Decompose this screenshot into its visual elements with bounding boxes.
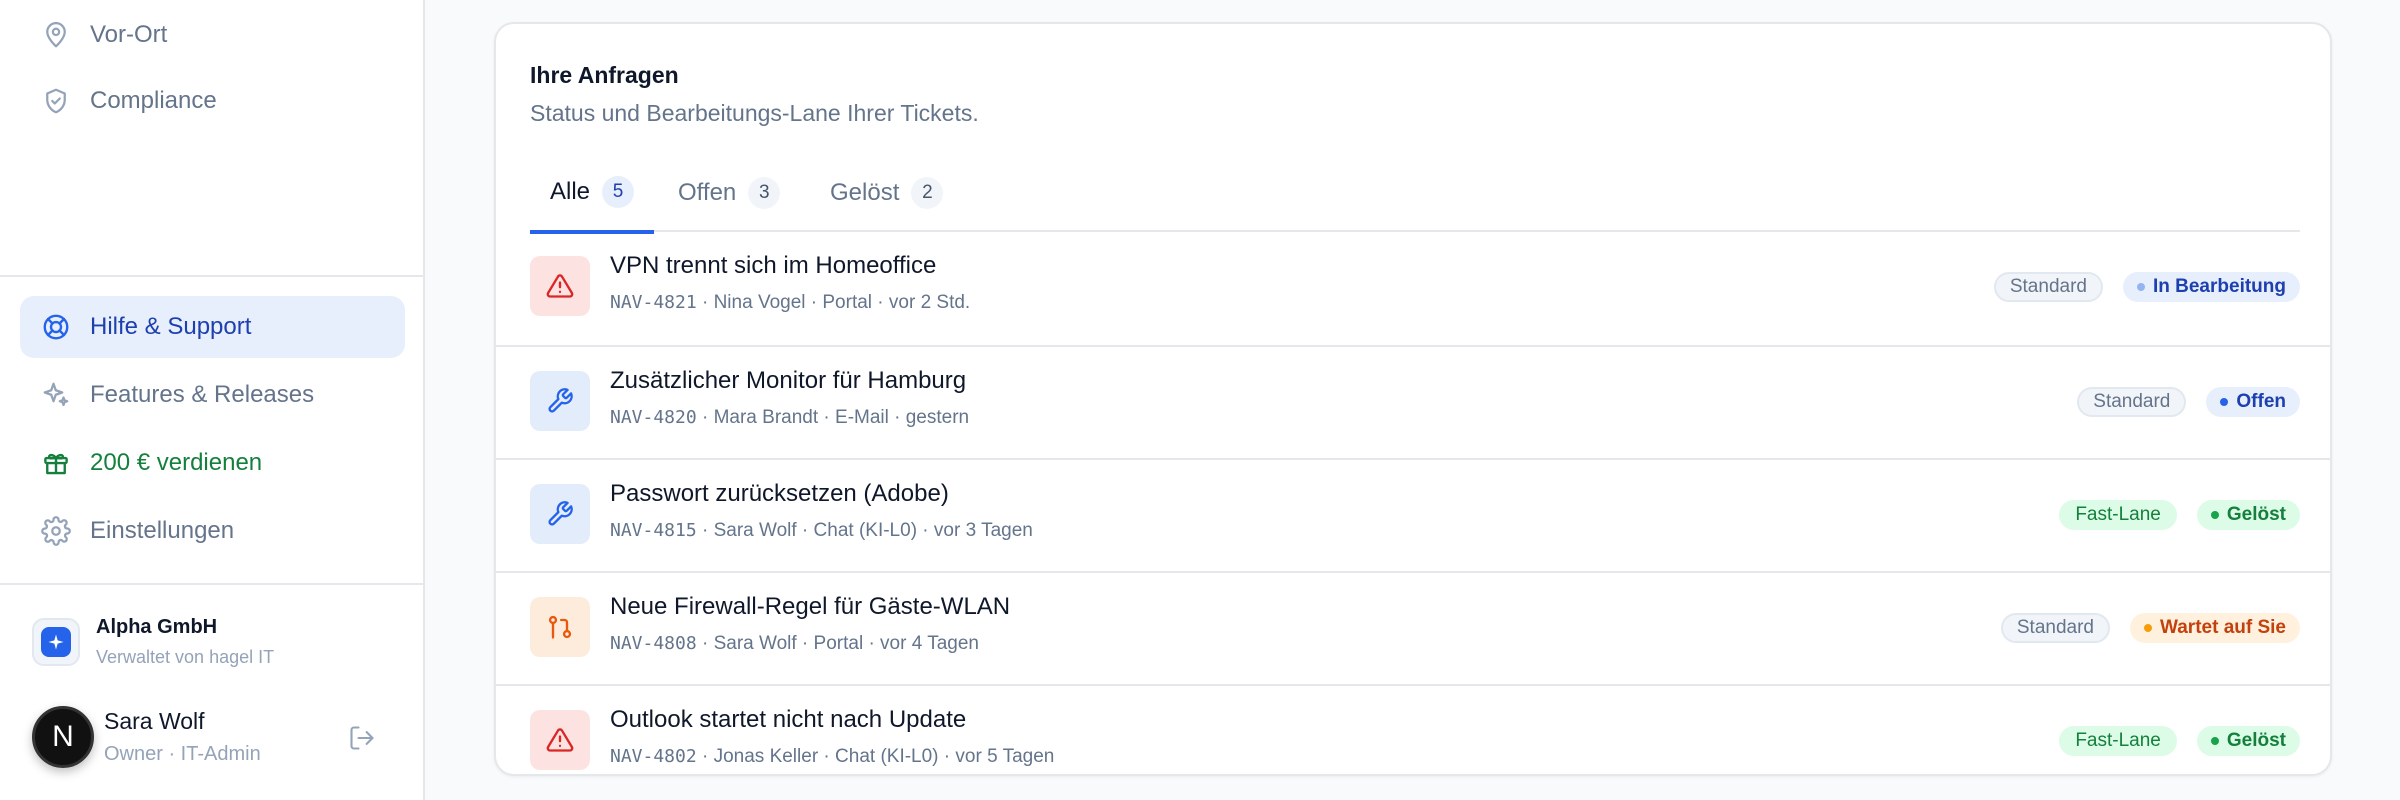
sidebar-divider: [0, 275, 423, 277]
tab-label: Alle: [550, 178, 591, 205]
ticket-row[interactable]: Neue Firewall-Regel für Gäste-WLAN NAV-4…: [496, 571, 2330, 683]
org-logo: [32, 618, 80, 666]
sparkles-icon: [40, 379, 72, 411]
tab-alle[interactable]: Alle 5: [530, 154, 655, 234]
sidebar-item-referral[interactable]: 200 € verdienen: [20, 432, 405, 494]
sidebar-item-features-releases[interactable]: Features & Releases: [20, 364, 405, 426]
org-subtitle: Verwaltet von hagel IT: [96, 647, 275, 667]
ticket-meta-text: · Sara Wolf · Chat (KI-L0) · vor 3 Tagen: [696, 520, 1033, 541]
status-badge: In Bearbeitung: [2122, 272, 2300, 302]
requests-card: Ihre Anfragen Status und Bearbeitungs-La…: [494, 22, 2332, 776]
ticket-meta: NAV-4821 · Nina Vogel · Portal · vor 2 S…: [610, 292, 970, 314]
status-badge: Gelöst: [2196, 500, 2300, 530]
sidebar-item-label: Vor-Ort: [90, 21, 168, 48]
map-pin-icon: [40, 19, 72, 51]
ticket-meta-text: · Nina Vogel · Portal · vor 2 Std.: [696, 292, 971, 313]
lane-badge: Standard: [2077, 387, 2187, 417]
page-subtitle: Status und Bearbeitungs-Lane Ihrer Ticke…: [530, 100, 979, 126]
ticket-row[interactable]: Zusätzlicher Monitor für Hamburg NAV-482…: [496, 345, 2330, 457]
ticket-meta-text: · Mara Brandt · E-Mail · gestern: [696, 407, 970, 428]
status-badge: Wartet auf Sie: [2130, 613, 2300, 643]
ticket-row[interactable]: VPN trennt sich im Homeoffice NAV-4821 ·…: [496, 232, 2330, 344]
sidebar-item-label: Compliance: [90, 87, 217, 114]
ticket-badges: Fast-Lane Gelöst: [2059, 500, 2300, 530]
status-label: Gelöst: [2226, 504, 2286, 525]
ticket-id: NAV-4802: [610, 746, 697, 767]
ticket-title: Outlook startet nicht nach Update: [610, 706, 967, 733]
sparkle-logo-icon: [41, 627, 71, 657]
ticket-badges: Standard In Bearbeitung: [1993, 272, 2300, 302]
user-profile: N Sara Wolf Owner · IT-Admin: [32, 706, 392, 768]
lane-badge: Standard: [2000, 613, 2110, 643]
status-label: In Bearbeitung: [2152, 276, 2286, 297]
tab-count: 5: [602, 176, 635, 208]
ticket-meta: NAV-4808 · Sara Wolf · Portal · vor 4 Ta…: [610, 633, 979, 655]
life-buoy-icon: [40, 311, 72, 343]
ticket-title: Zusätzlicher Monitor für Hamburg: [610, 367, 967, 394]
sidebar-item-einstellungen[interactable]: Einstellungen: [20, 500, 405, 562]
user-role: Owner · IT-Admin: [104, 743, 261, 765]
wrench-icon: [530, 484, 590, 544]
tab-count: 3: [748, 177, 781, 209]
status-badge: Offen: [2206, 387, 2300, 417]
ticket-id: NAV-4820: [610, 407, 697, 428]
ticket-badges: Standard Wartet auf Sie: [2000, 613, 2300, 643]
tab-label: Gelöst: [830, 179, 900, 206]
sidebar-item-label: 200 € verdienen: [90, 449, 263, 476]
tab-geloest[interactable]: Gelöst 2: [810, 154, 963, 232]
status-label: Wartet auf Sie: [2160, 617, 2286, 638]
lane-badge: Standard: [1993, 272, 2103, 302]
logout-icon[interactable]: [348, 724, 376, 752]
alert-triangle-icon: [530, 710, 590, 770]
sidebar-item-label: Hilfe & Support: [90, 313, 252, 340]
tab-bar: Alle 5 Offen 3 Gelöst 2: [530, 154, 2300, 234]
org-switcher[interactable]: Alpha GmbH Verwaltet von hagel IT: [32, 616, 274, 668]
ticket-id: NAV-4815: [610, 520, 697, 541]
avatar[interactable]: N: [32, 706, 94, 768]
lane-badge: Fast-Lane: [2059, 500, 2177, 530]
ticket-id: NAV-4808: [610, 633, 697, 654]
gear-icon: [40, 515, 72, 547]
ticket-meta: NAV-4820 · Mara Brandt · E-Mail · gester…: [610, 407, 969, 429]
sidebar-item-label: Features & Releases: [90, 381, 315, 408]
ticket-badges: Standard Offen: [2077, 387, 2300, 417]
status-label: Gelöst: [2226, 730, 2286, 751]
sidebar: Vor-Ort Compliance Hilfe & Support Featu…: [0, 0, 425, 800]
tab-offen[interactable]: Offen 3: [658, 154, 800, 232]
ticket-title: VPN trennt sich im Homeoffice: [610, 252, 937, 279]
ticket-id: NAV-4821: [610, 292, 697, 313]
sidebar-item-compliance[interactable]: Compliance: [20, 70, 405, 132]
org-name: Alpha GmbH: [96, 616, 218, 638]
ticket-row[interactable]: Outlook startet nicht nach Update NAV-48…: [496, 684, 2330, 774]
ticket-meta: NAV-4802 · Jonas Keller · Chat (KI-L0) ·…: [610, 746, 1054, 768]
status-badge: Gelöst: [2196, 726, 2300, 756]
tab-count: 2: [911, 177, 944, 209]
git-pull-request-icon: [530, 597, 590, 657]
ticket-row[interactable]: Passwort zurücksetzen (Adobe) NAV-4815 ·…: [496, 458, 2330, 570]
alert-triangle-icon: [530, 256, 590, 316]
shield-check-icon: [40, 85, 72, 117]
page-title: Ihre Anfragen: [530, 62, 679, 88]
ticket-title: Neue Firewall-Regel für Gäste-WLAN: [610, 593, 1011, 620]
user-name: Sara Wolf: [104, 708, 205, 734]
sidebar-divider: [0, 583, 423, 585]
ticket-badges: Fast-Lane Gelöst: [2059, 726, 2300, 756]
ticket-meta-text: · Sara Wolf · Portal · vor 4 Tagen: [696, 633, 980, 654]
wrench-icon: [530, 371, 590, 431]
sidebar-item-vor-ort[interactable]: Vor-Ort: [20, 4, 405, 66]
status-label: Offen: [2236, 391, 2286, 412]
ticket-meta-text: · Jonas Keller · Chat (KI-L0) · vor 5 Ta…: [696, 746, 1055, 767]
gift-icon: [40, 447, 72, 479]
sidebar-item-label: Einstellungen: [90, 517, 235, 544]
ticket-meta: NAV-4815 · Sara Wolf · Chat (KI-L0) · vo…: [610, 520, 1033, 542]
sidebar-item-hilfe-support[interactable]: Hilfe & Support: [20, 296, 405, 358]
tab-label: Offen: [678, 179, 737, 206]
lane-badge: Fast-Lane: [2059, 726, 2177, 756]
ticket-title: Passwort zurücksetzen (Adobe): [610, 480, 949, 507]
